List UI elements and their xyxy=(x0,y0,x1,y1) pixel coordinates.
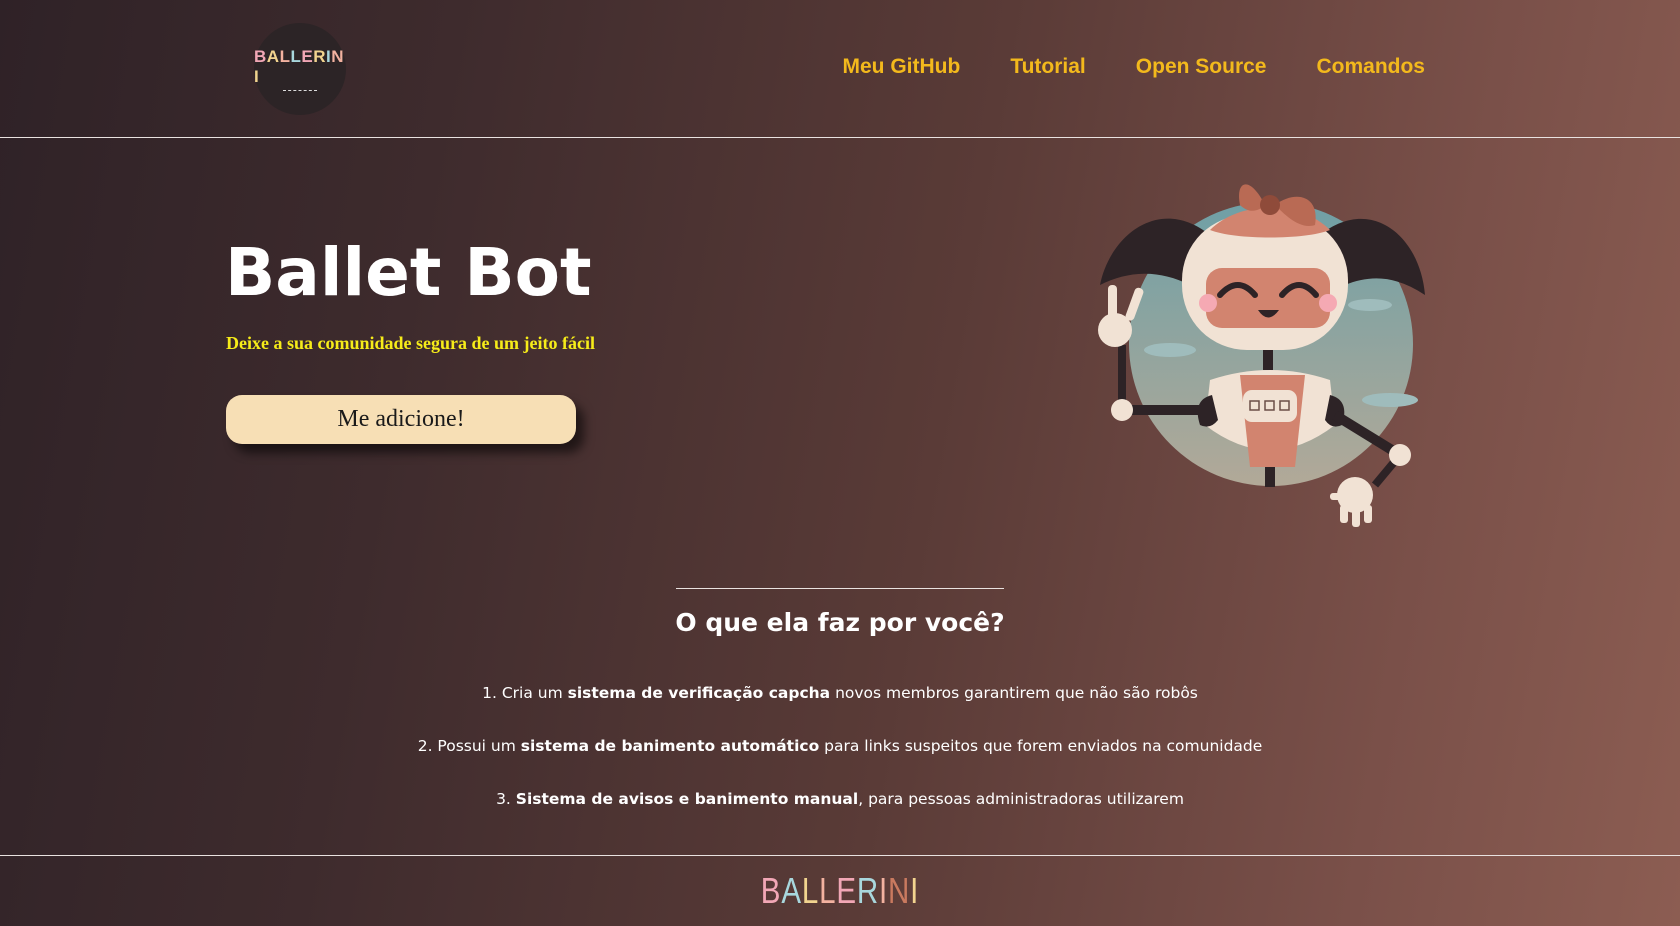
feature-text: para links suspeitos que forem enviados … xyxy=(819,737,1263,755)
logo-letter: N xyxy=(888,870,911,911)
logo-letter: A xyxy=(266,46,280,66)
logo-letter: R xyxy=(313,46,326,66)
feature-item: 1. Cria um sistema de verificação capcha… xyxy=(0,684,1680,737)
logo-letter: L xyxy=(279,46,291,66)
features-list: 1. Cria um sistema de verificação capcha… xyxy=(0,684,1680,843)
logo-letter: N xyxy=(331,46,344,66)
site-header: BALLERINI Meu GitHub Tutorial Open Sourc… xyxy=(0,0,1680,138)
hero-subtitle: Deixe a sua comunidade segura de um jeit… xyxy=(226,333,595,353)
logo-letter: B xyxy=(760,870,782,911)
hero-title: Ballet Bot xyxy=(225,234,592,311)
logo-letter: L xyxy=(801,870,820,911)
feature-item: 2. Possui um sistema de banimento automá… xyxy=(0,737,1680,790)
main-nav: Meu GitHub Tutorial Open Source Comandos xyxy=(843,55,1426,79)
nav-link-comandos[interactable]: Comandos xyxy=(1316,55,1425,79)
feature-text: 3. xyxy=(496,790,516,808)
site-footer: BALLERINI xyxy=(0,855,1680,926)
add-bot-button[interactable]: Me adicione! xyxy=(226,395,576,444)
logo-letter: L xyxy=(819,870,837,911)
logo-letter: B xyxy=(254,46,267,66)
logo-letter: I xyxy=(910,870,920,911)
section-divider xyxy=(676,588,1004,589)
logo-wordmark: BALLERINI xyxy=(254,47,346,87)
feature-text: 2. Possui um xyxy=(417,737,521,755)
logo-letter: R xyxy=(856,870,879,911)
logo-letter: E xyxy=(836,870,857,911)
feature-highlight: sistema de banimento automático xyxy=(520,737,820,755)
feature-highlight: Sistema de avisos e banimento manual xyxy=(515,790,859,808)
feature-text: , para pessoas administradoras utilizare… xyxy=(858,790,1184,808)
features-title: O que ela faz por você? xyxy=(675,608,1005,637)
nav-link-github[interactable]: Meu GitHub xyxy=(843,55,961,79)
footer-logo: BALLERINI xyxy=(151,870,1529,912)
logo-letter: L xyxy=(290,46,302,66)
logo-letter: I xyxy=(254,66,260,86)
nav-link-open-source[interactable]: Open Source xyxy=(1136,55,1267,79)
robot-ballerina-illustration xyxy=(1098,184,1425,527)
feature-highlight: sistema de verificação capcha xyxy=(567,684,831,702)
logo-letter: I xyxy=(878,870,889,911)
ballerini-logo[interactable]: BALLERINI xyxy=(254,23,346,115)
feature-text: 1. Cria um xyxy=(482,684,568,702)
logo-letter: E xyxy=(301,46,314,66)
logo-letter: A xyxy=(781,870,802,911)
feature-item: 3. Sistema de avisos e banimento manual,… xyxy=(0,790,1680,843)
feature-text: novos membros garantirem que não são rob… xyxy=(830,684,1198,702)
logo-decoration xyxy=(283,89,317,92)
nav-link-tutorial[interactable]: Tutorial xyxy=(1010,55,1085,79)
